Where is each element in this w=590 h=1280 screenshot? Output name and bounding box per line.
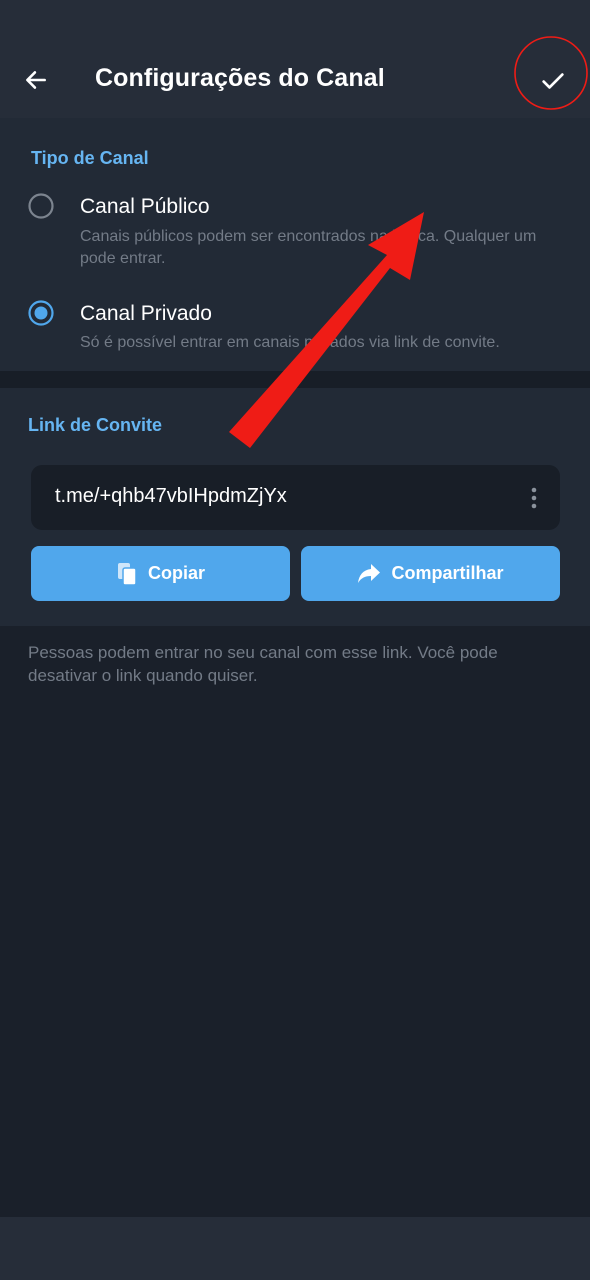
invite-link-section: Link de Convite t.me/+qhb47vbIHpdmZjYx C… (0, 388, 590, 626)
invite-link-title: Link de Convite (28, 415, 163, 435)
arrow-left-icon (26, 71, 46, 89)
page-title: Configurações do Canal (95, 64, 385, 92)
app-bar: Configurações do Canal (0, 38, 590, 118)
done-button[interactable] (522, 58, 584, 104)
option-public-title: Canal Público (80, 195, 210, 218)
share-button[interactable]: Compartilhar (301, 546, 560, 601)
checkmark-icon (542, 73, 564, 89)
channel-type-title: Tipo de Canal (31, 148, 149, 168)
back-button[interactable] (14, 58, 58, 102)
radio-unchecked-icon[interactable] (28, 193, 54, 219)
option-private-title: Canal Privado (80, 302, 212, 325)
copy-button-label: Copiar (147, 563, 205, 583)
more-vertical-icon[interactable] (522, 483, 546, 513)
channel-type-section: Tipo de Canal Canal Público Canais públi… (0, 118, 590, 371)
invite-link-footer: Pessoas podem entrar no seu canal com es… (28, 643, 498, 685)
invite-link-field[interactable]: t.me/+qhb47vbIHpdmZjYx (31, 465, 560, 530)
option-public-description: Canais públicos podem ser encontrados na… (80, 228, 537, 267)
section-divider (0, 371, 590, 388)
copy-icon (117, 562, 137, 586)
share-button-label: Compartilhar (391, 563, 504, 583)
option-private-description: Só é possível entrar em canais privados … (80, 334, 500, 351)
radio-checked-icon[interactable] (28, 300, 54, 326)
copy-button[interactable]: Copiar (31, 546, 290, 601)
status-bar (0, 0, 590, 38)
system-navigation-bar (0, 1217, 590, 1280)
share-arrow-icon (358, 563, 381, 583)
invite-link-text[interactable]: t.me/+qhb47vbIHpdmZjYx (55, 485, 287, 508)
